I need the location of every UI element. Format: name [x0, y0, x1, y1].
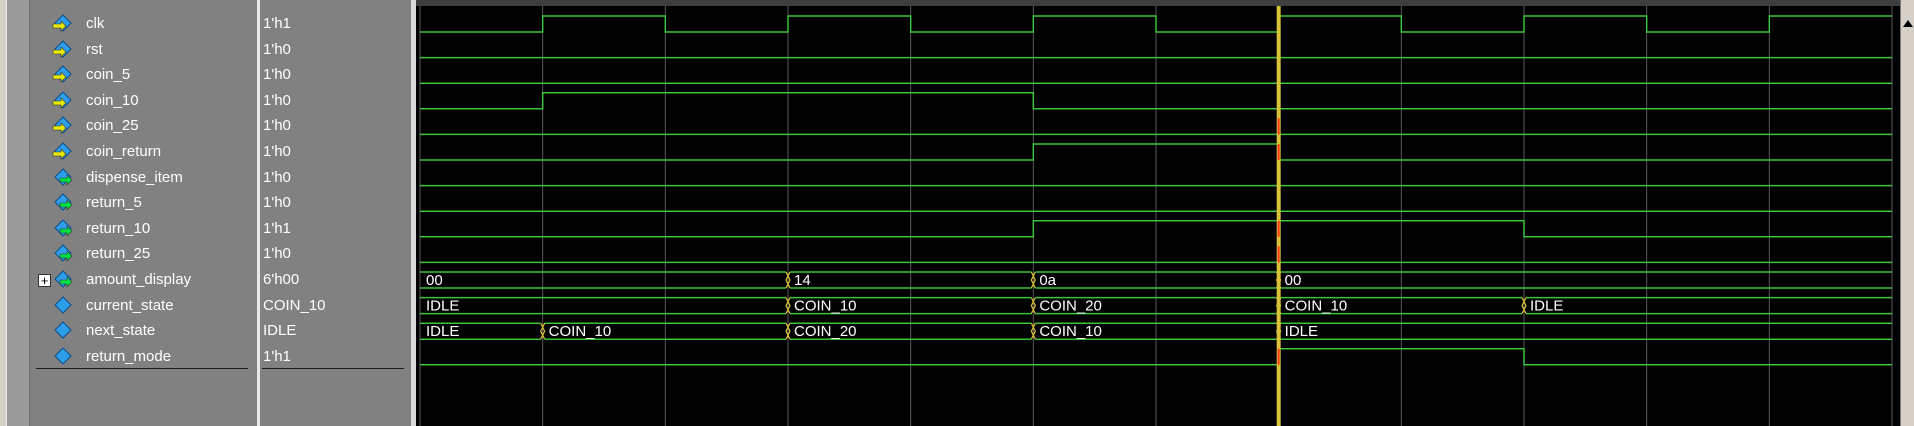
signal-value-row[interactable]: 1'h0: [263, 63, 403, 87]
signal-value-row[interactable]: 1'h0: [263, 191, 403, 215]
cursor-edge-mark: [1277, 118, 1280, 135]
signal-value: IDLE: [263, 322, 297, 340]
input-port-icon: [52, 91, 74, 111]
signal-row-return-25[interactable]: return_25: [52, 242, 252, 266]
signal-value: 1'h0: [263, 245, 291, 263]
signal-name: current_state: [86, 296, 174, 314]
signal-value-row[interactable]: 1'h1: [263, 345, 403, 369]
waveform-canvas[interactable]: 00 14 0a 00 IDLE COIN_10 COIN_20 COIN_10 IDLE IDL…: [416, 6, 1900, 426]
bus-value-label: COIN_20: [794, 323, 857, 340]
signal-value-row[interactable]: 1'h1: [263, 12, 403, 36]
signal-name: coin_10: [86, 91, 139, 109]
signal-row-coin-5[interactable]: coin_5: [52, 63, 252, 87]
bus-value-label: 00: [1285, 272, 1302, 289]
values-divider: [262, 368, 404, 369]
signal-value: 1'h0: [263, 40, 291, 58]
signal-name: rst: [86, 40, 103, 58]
cursor-edge-mark: [1277, 348, 1280, 365]
signal-value: 6'h00: [263, 271, 300, 288]
signal-name: clk: [86, 15, 105, 32]
signal-value: 1'h0: [263, 194, 291, 212]
output-port-icon: [52, 167, 74, 188]
signal-value: 1'h1: [263, 15, 291, 32]
signal-name: dispense_item: [86, 168, 183, 186]
bus-value-label: COIN_10: [1285, 298, 1348, 315]
bus-value-label: IDLE: [1285, 323, 1318, 340]
signal-icon: [52, 321, 74, 341]
signal-name: coin_25: [86, 117, 139, 135]
signal-value: 1'h0: [263, 143, 291, 160]
output-port-icon: [52, 193, 74, 213]
input-port-icon: [52, 14, 74, 34]
signal-name: coin_5: [86, 66, 131, 84]
signal-value-row[interactable]: 1'h0: [263, 114, 403, 138]
signal-value: 1'h0: [263, 91, 291, 109]
waveform-pane[interactable]: 00 14 0a 00 IDLE COIN_10 COIN_20 COIN_10 IDLE IDL…: [416, 6, 1900, 426]
signal-row-coin-10[interactable]: coin_10: [52, 89, 252, 113]
waveform-clk: [420, 15, 1892, 33]
signal-value-row[interactable]: IDLE: [263, 319, 403, 343]
signal-value: 1'h1: [263, 219, 291, 237]
signal-value: 1'h0: [263, 66, 291, 84]
signal-name: amount_display: [86, 271, 192, 288]
output-port-icon: [52, 244, 74, 264]
signal-icon: [52, 347, 74, 367]
bus-value-label: IDLE: [426, 298, 459, 315]
signal-value: 1'h1: [263, 347, 291, 365]
bus-value-label: IDLE: [426, 323, 459, 340]
signal-row-amount-display[interactable]: amount_display: [52, 268, 252, 292]
wave-window: clk 1'h1 rst 1'h0 coin_5 1'h0 coin_10 1'h0 coin_…: [0, 0, 1914, 426]
vertical-scrollbar[interactable]: [1900, 0, 1914, 426]
signal-row-return-10[interactable]: return_10: [52, 217, 252, 241]
signal-row-clk[interactable]: clk: [52, 12, 252, 36]
signal-name: return_mode: [86, 347, 172, 365]
signal-row-return-5[interactable]: return_5: [52, 191, 252, 215]
cursor-edge-mark: [1277, 144, 1280, 160]
bus-value-label: COIN_20: [1039, 298, 1102, 315]
signal-row-rst[interactable]: rst: [52, 38, 252, 62]
bus-value-label: COIN_10: [549, 323, 612, 340]
bus-value-label: 14: [794, 272, 811, 289]
signal-row-dispense-item[interactable]: dispense_item: [52, 166, 252, 190]
signal-row-current-state[interactable]: current_state: [52, 294, 252, 318]
input-port-icon: [52, 142, 74, 162]
input-port-icon: [52, 116, 74, 136]
expand-plus-icon[interactable]: +: [38, 274, 51, 287]
signal-value: 1'h0: [263, 168, 291, 186]
signal-row-next-state[interactable]: next_state: [52, 319, 252, 343]
signal-value-row[interactable]: 1'h0: [263, 140, 403, 164]
signal-row-coin-return[interactable]: coin_return: [52, 140, 252, 164]
cursor-edge-mark: [1277, 246, 1280, 263]
signal-value-row[interactable]: 1'h0: [263, 38, 403, 62]
signal-name: return_10: [86, 219, 151, 237]
input-port-icon: [52, 39, 74, 60]
bus-value-label: IDLE: [1530, 298, 1563, 315]
signal-value-row[interactable]: 1'h0: [263, 166, 403, 190]
signal-value: 1'h0: [263, 117, 291, 135]
signal-name: coin_return: [86, 143, 162, 160]
names-divider: [36, 368, 248, 369]
signal-icon: [52, 295, 74, 316]
signal-name: return_5: [86, 194, 142, 212]
bus-value-label: 0a: [1039, 272, 1056, 289]
cursor-edge-mark: [1277, 220, 1280, 237]
bus-value-label: COIN_10: [794, 298, 857, 315]
signal-value-row[interactable]: 1'h0: [263, 89, 403, 113]
signal-value-row[interactable]: COIN_10: [263, 294, 403, 318]
signal-value-row[interactable]: 6'h00: [263, 268, 403, 292]
signal-value-row[interactable]: 1'h1: [263, 217, 403, 241]
scroll-up-icon[interactable]: [1903, 20, 1913, 27]
signal-row-return-mode[interactable]: return_mode: [52, 345, 252, 369]
input-port-icon: [52, 65, 74, 85]
signal-name: return_25: [86, 245, 151, 263]
signal-name: next_state: [86, 322, 156, 340]
signal-row-coin-25[interactable]: coin_25: [52, 114, 252, 138]
signal-value-row[interactable]: 1'h0: [263, 242, 403, 266]
bus-value-label: COIN_10: [1039, 323, 1102, 340]
output-port-icon: [52, 219, 74, 239]
left-margin-strip: [0, 0, 30, 426]
output-port-icon: [52, 270, 74, 290]
signal-value: COIN_10: [263, 296, 326, 314]
bus-value-label: 00: [426, 272, 443, 289]
